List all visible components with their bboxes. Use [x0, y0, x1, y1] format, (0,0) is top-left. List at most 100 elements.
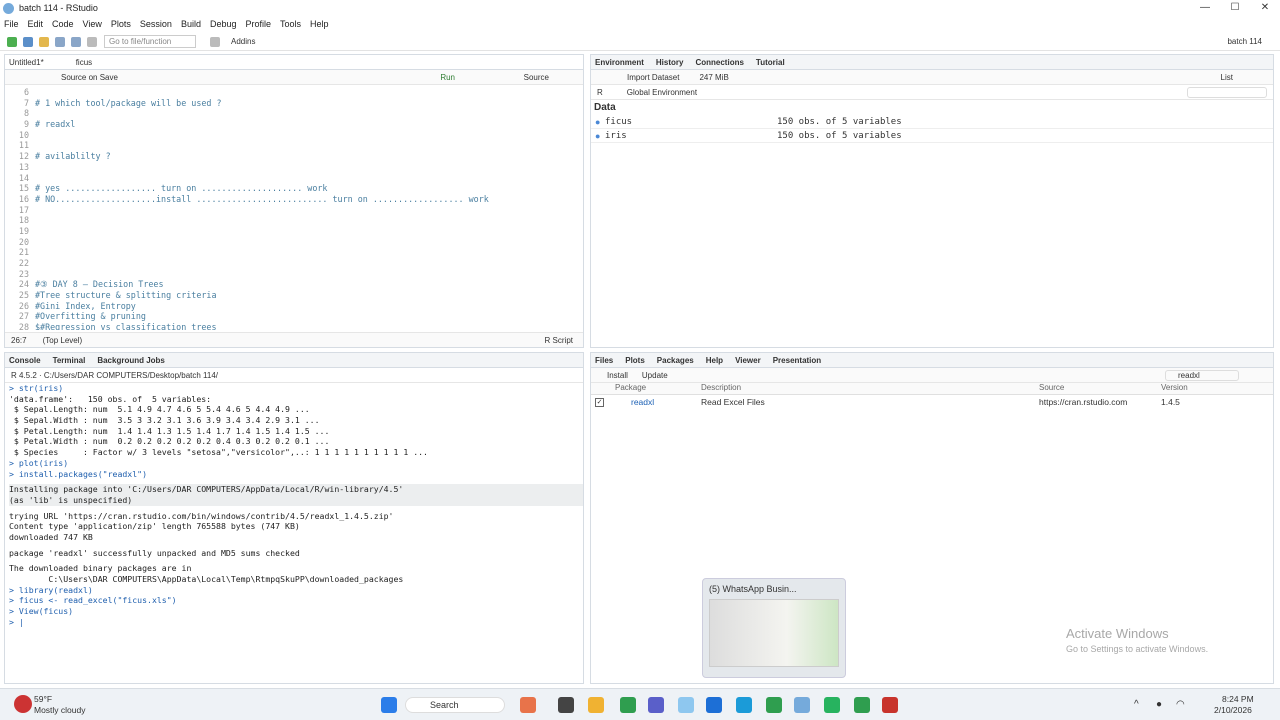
environment-search-input[interactable]: [1187, 86, 1267, 98]
table-row[interactable]: ✓ readxl Read Excel Files https://cran.r…: [591, 395, 1273, 409]
save-icon[interactable]: [55, 36, 65, 47]
addins-menu[interactable]: Addins: [231, 37, 255, 46]
run-button[interactable]: Run: [440, 73, 455, 82]
view-mode-dropdown[interactable]: List: [1221, 73, 1233, 82]
code-line[interactable]: 18: [5, 215, 583, 226]
code-line[interactable]: 19: [5, 226, 583, 237]
source-on-save-checkbox[interactable]: Source on Save: [61, 73, 118, 82]
chrome-profile-icon[interactable]: [766, 697, 782, 713]
code-line[interactable]: 28 $#Regression vs classification trees: [5, 322, 583, 330]
menu-edit[interactable]: Edit: [28, 19, 44, 29]
tab-untitled1[interactable]: Untitled1*: [9, 58, 44, 67]
code-line[interactable]: 7 # 1 which tool/package will be used ?: [5, 98, 583, 109]
console-output[interactable]: > str(iris)'data.frame': 150 obs. of 5 v…: [5, 383, 583, 679]
code-line[interactable]: 10: [5, 130, 583, 141]
project-menu[interactable]: batch 114: [1227, 37, 1262, 46]
rstudio-taskbar-icon[interactable]: [794, 697, 810, 713]
tab-terminal[interactable]: Terminal: [53, 356, 86, 365]
store-icon[interactable]: [706, 697, 722, 713]
chrome-icon[interactable]: [620, 697, 636, 713]
save-all-icon[interactable]: [71, 36, 81, 47]
loaded-checkbox[interactable]: ✓: [595, 398, 604, 407]
maximize-button[interactable]: ☐: [1220, 0, 1250, 16]
weather-icon[interactable]: [14, 695, 32, 713]
menu-tools[interactable]: Tools: [280, 19, 301, 29]
install-button[interactable]: Install: [607, 371, 628, 380]
code-line[interactable]: 26 #Gini Index, Entropy: [5, 301, 583, 312]
zoom-app-icon[interactable]: [882, 697, 898, 713]
package-search-input[interactable]: readxl: [1165, 369, 1239, 381]
tab-packages[interactable]: Packages: [657, 356, 694, 365]
tab-environment[interactable]: Environment: [595, 58, 644, 67]
menu-plots[interactable]: Plots: [111, 19, 131, 29]
code-line[interactable]: 20: [5, 237, 583, 248]
code-line[interactable]: 23: [5, 269, 583, 280]
menu-code[interactable]: Code: [52, 19, 74, 29]
code-line[interactable]: 13: [5, 162, 583, 173]
teams-icon[interactable]: [648, 697, 664, 713]
tab-ficus[interactable]: ficus: [76, 58, 92, 67]
menu-build[interactable]: Build: [181, 19, 201, 29]
code-line[interactable]: 11: [5, 140, 583, 151]
new-project-icon[interactable]: [23, 36, 33, 47]
print-icon[interactable]: [87, 36, 97, 47]
code-line[interactable]: 17: [5, 205, 583, 216]
tab-files[interactable]: Files: [595, 356, 613, 365]
wifi-icon[interactable]: ◠: [1176, 699, 1185, 710]
code-line[interactable]: 24 #③ DAY 8 – Decision Trees: [5, 279, 583, 290]
package-name-link[interactable]: readxl: [631, 395, 654, 409]
menu-profile[interactable]: Profile: [246, 19, 272, 29]
taskbar-search[interactable]: Search: [405, 697, 505, 713]
widgets-icon[interactable]: [520, 697, 536, 713]
tab-viewer[interactable]: Viewer: [735, 356, 761, 365]
code-line[interactable]: 15 # yes .................. turn on .....…: [5, 183, 583, 194]
menu-session[interactable]: Session: [140, 19, 172, 29]
code-line[interactable]: 22: [5, 258, 583, 269]
code-line[interactable]: 12 # avilablilty ?: [5, 151, 583, 162]
code-line[interactable]: 9 # readxl: [5, 119, 583, 130]
tab-console[interactable]: Console: [9, 356, 41, 365]
code-line[interactable]: 14: [5, 173, 583, 184]
scope-dropdown[interactable]: Global Environment: [627, 88, 697, 97]
terminal-app-icon[interactable]: [558, 697, 574, 713]
tab-history[interactable]: History: [656, 58, 684, 67]
mic-icon[interactable]: ●: [1156, 699, 1162, 710]
start-icon[interactable]: [381, 697, 397, 713]
tab-tutorial[interactable]: Tutorial: [756, 58, 785, 67]
memory-usage[interactable]: 247 MiB: [699, 73, 728, 82]
update-button[interactable]: Update: [642, 371, 668, 380]
menu-file[interactable]: File: [4, 19, 19, 29]
tab-plots[interactable]: Plots: [625, 356, 645, 365]
open-folder-icon[interactable]: [39, 36, 49, 47]
file-type-indicator[interactable]: R Script: [545, 336, 573, 345]
tab-presentation[interactable]: Presentation: [773, 356, 821, 365]
code-line[interactable]: 6: [5, 87, 583, 98]
env-row-ficus[interactable]: ● ficus 150 obs. of 5 variables: [591, 115, 1273, 129]
file-explorer-icon[interactable]: [588, 697, 604, 713]
tab-help[interactable]: Help: [706, 356, 723, 365]
code-line[interactable]: 25 #Tree structure & splitting criteria: [5, 290, 583, 301]
language-dropdown[interactable]: R: [597, 88, 603, 97]
tab-connections[interactable]: Connections: [695, 58, 743, 67]
close-button[interactable]: ✕: [1250, 0, 1280, 16]
import-dataset-button[interactable]: Import Dataset: [627, 73, 679, 82]
code-editor[interactable]: 6 7 # 1 which tool/package will be used ? 8…: [5, 85, 583, 330]
code-line[interactable]: 21: [5, 247, 583, 258]
source-button[interactable]: Source: [524, 73, 549, 82]
chrome-alt-icon[interactable]: [854, 697, 870, 713]
goto-file-input[interactable]: Go to file/function: [104, 35, 196, 48]
working-directory[interactable]: R 4.5.2 · C:/Users/DAR COMPUTERS/Desktop…: [11, 371, 218, 380]
tray-chevron-icon[interactable]: ^: [1134, 699, 1139, 710]
menu-view[interactable]: View: [83, 19, 102, 29]
menu-help[interactable]: Help: [310, 19, 329, 29]
edge-icon[interactable]: [736, 697, 752, 713]
code-line[interactable]: 27 #Overfitting & pruning: [5, 311, 583, 322]
scope-indicator[interactable]: (Top Level): [43, 336, 83, 345]
copilot-icon[interactable]: [678, 697, 694, 713]
clock-time[interactable]: 8:24 PM: [1222, 694, 1254, 704]
code-line[interactable]: 16 # NO....................install ......…: [5, 194, 583, 205]
taskbar-preview-popup[interactable]: (5) WhatsApp Busin...: [702, 578, 846, 678]
clock-date[interactable]: 2/10/2026: [1214, 705, 1252, 715]
whatsapp-icon[interactable]: [824, 697, 840, 713]
new-file-icon[interactable]: [7, 36, 17, 47]
